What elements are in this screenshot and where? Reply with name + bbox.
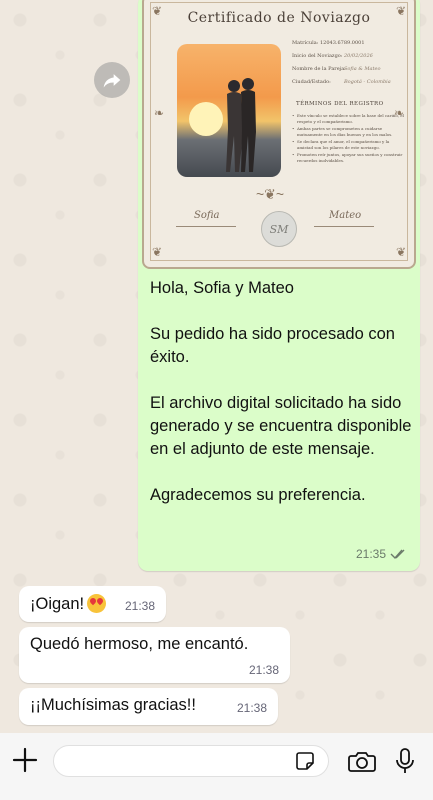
outgoing-message-meta: 21:35: [356, 547, 408, 561]
couple-silhouette-icon: [226, 78, 256, 172]
sun-shape: [189, 102, 223, 136]
seal-icon: SM: [261, 211, 297, 247]
forward-button[interactable]: [94, 62, 130, 98]
terms-title: TÉRMINOS DEL REGISTRO: [296, 101, 384, 107]
signature-line: [314, 226, 374, 227]
couple-photo: [177, 44, 281, 177]
message-time: 21:38: [248, 663, 279, 677]
message-paragraph: Su pedido ha sido procesado con éxito.: [150, 325, 395, 366]
certificate-field-value: Bogotá - Colombia: [344, 79, 391, 85]
incoming-message-bubble: ¡¡Muchísimas gracias!! 21:38: [19, 688, 278, 725]
signature-line: [176, 226, 236, 227]
certificate-title: Certificado de Noviazgo: [187, 10, 371, 26]
message-text: ¡Oigan!: [30, 594, 107, 614]
forward-icon: [103, 74, 121, 88]
plus-icon[interactable]: [12, 747, 38, 773]
certificate-field-label: Nombre de la Pareja:: [292, 66, 346, 72]
message-text-content: ¡Oigan!: [30, 595, 85, 613]
message-paragraph: Hola, Sofia y Mateo: [150, 279, 294, 297]
message-paragraph: El archivo digital solicitado ha sido ge…: [150, 394, 412, 458]
message-text: ¡¡Muchísimas gracias!!: [30, 696, 196, 714]
terms-list: Este vínculo se establece sobre la base …: [292, 113, 404, 165]
certificate-field-value: Sofia & Mateo: [344, 66, 381, 72]
message-time: 21:38: [236, 701, 267, 715]
incoming-message-bubble: ¡Oigan! 21:38: [19, 586, 166, 622]
camera-icon[interactable]: [348, 750, 376, 772]
certificate-field-label: Matrícula: 12043.6789.0001: [292, 40, 365, 46]
double-check-icon: [390, 549, 405, 560]
terms-item: Este vínculo se establece sobre la base …: [292, 113, 404, 125]
outgoing-message-bubble: ❦ ❦ ❧ ❧ ❦ ❦ Certificado de Noviazgo Matr…: [138, 0, 420, 571]
certificate-image-attachment[interactable]: ❦ ❦ ❧ ❧ ❦ ❦ Certificado de Noviazgo Matr…: [142, 0, 416, 269]
certificate-field-label: Inicio del Noviazgo:: [292, 53, 343, 59]
ornament-icon: ❧: [154, 106, 165, 120]
ornament-icon: ❦: [395, 245, 406, 259]
certificate-field-value: 20/02/2026: [344, 53, 373, 59]
message-time: 21:35: [355, 547, 386, 561]
microphone-icon[interactable]: [395, 747, 415, 775]
signature-right: Mateo: [329, 210, 362, 221]
terms-item: Promoten reír juntos, apoyar sus sueños …: [292, 152, 404, 164]
incoming-message-bubble: Quedó hermoso, me encantó. 21:38: [19, 627, 290, 683]
divider-ornament-icon: ~❦~: [256, 186, 285, 202]
signature-left: Sofia: [194, 210, 220, 221]
message-time: 21:38: [124, 599, 155, 613]
message-paragraph: Agradecemos su preferencia.: [150, 486, 366, 504]
heart-eyes-emoji-icon: [87, 594, 107, 613]
message-input-bar: [0, 733, 433, 800]
message-text: Quedó hermoso, me encantó.: [30, 635, 249, 653]
ornament-icon: ❦: [152, 245, 163, 259]
certificate-field-label: Ciudad/Estado:: [292, 79, 331, 85]
outgoing-message-text: Hola, Sofia y Mateo Su pedido ha sido pr…: [150, 277, 412, 530]
sticker-icon[interactable]: [295, 751, 315, 771]
terms-item: Se declara que el amor, el compañerismo …: [292, 139, 404, 151]
terms-item: Ambas partes se comprometen a cuidarse m…: [292, 126, 404, 138]
message-input[interactable]: [53, 745, 329, 777]
